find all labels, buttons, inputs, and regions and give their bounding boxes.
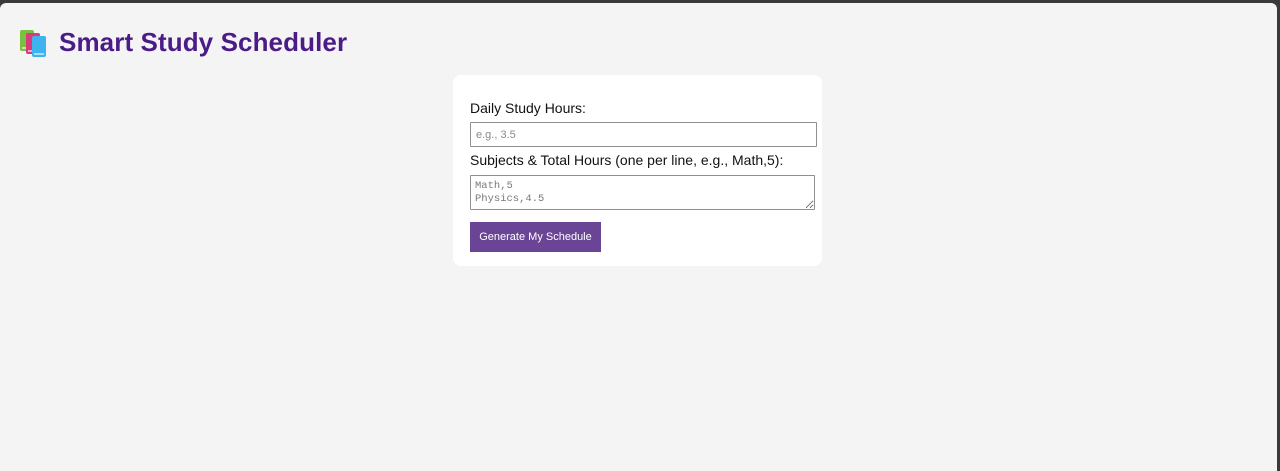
books-icon [18,27,48,57]
schedule-form-card: Daily Study Hours: Subjects & Total Hour… [453,75,822,266]
page-header: Smart Study Scheduler [18,23,347,61]
blue-book-icon [32,36,46,57]
subjects-hours-textarea[interactable] [470,175,815,210]
page-viewport: Smart Study Scheduler Daily Study Hours:… [0,3,1277,471]
subjects-hours-label: Subjects & Total Hours (one per line, e.… [470,152,784,168]
generate-schedule-button[interactable]: Generate My Schedule [470,222,601,252]
daily-study-hours-input[interactable] [470,122,817,147]
page-title: Smart Study Scheduler [59,26,348,57]
daily-study-hours-label: Daily Study Hours: [470,100,586,116]
